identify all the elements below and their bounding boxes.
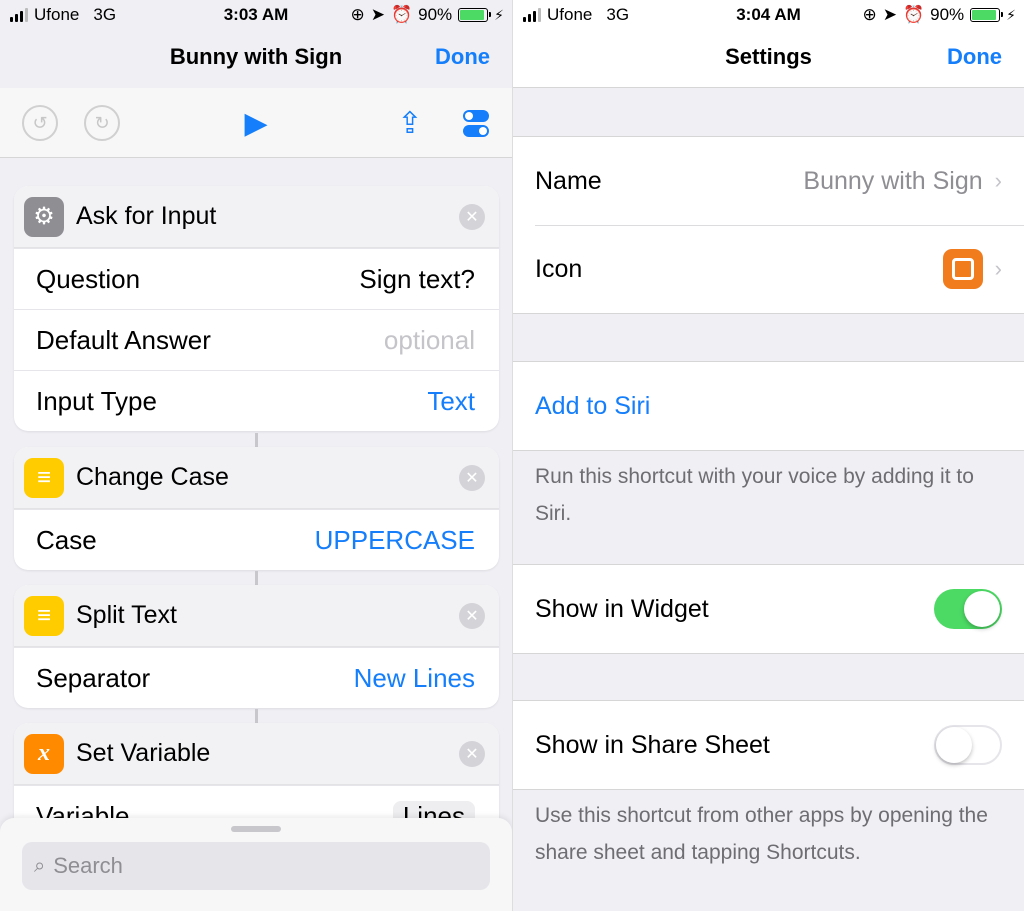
alarm-icon: ⏰ bbox=[902, 5, 925, 24]
param-row[interactable]: Separator New Lines bbox=[14, 647, 499, 708]
actions-drawer[interactable]: ⌕ Search bbox=[0, 818, 512, 911]
param-value[interactable]: Sign text? bbox=[359, 264, 475, 295]
icon-label: Icon bbox=[535, 254, 583, 283]
action-title: Ask for Input bbox=[76, 202, 217, 230]
charging-icon: ⚡ bbox=[494, 6, 504, 23]
action-connector bbox=[255, 571, 258, 585]
param-label: Separator bbox=[36, 662, 151, 693]
show-in-widget-toggle[interactable] bbox=[934, 589, 1002, 629]
chevron-right-icon: › bbox=[994, 256, 1002, 281]
show-in-share-sheet-row: Show in Share Sheet bbox=[513, 701, 1024, 789]
battery-percent: 90% bbox=[418, 5, 453, 24]
param-label: Question bbox=[36, 263, 141, 294]
param-row[interactable]: Case UPPERCASE bbox=[14, 509, 499, 570]
redo-icon[interactable]: ↻ bbox=[84, 105, 120, 141]
add-to-siri-row[interactable]: Add to Siri bbox=[513, 362, 1024, 450]
name-label: Name bbox=[535, 166, 602, 195]
action-title: Change Case bbox=[76, 463, 229, 491]
location-icon: ➤ bbox=[882, 5, 897, 24]
settings-group-siri: Add to Siri bbox=[513, 361, 1024, 451]
settings-group-widget: Show in Widget bbox=[513, 564, 1024, 654]
status-bar: Ufone 3G 3:04 AM ⊕ ➤ ⏰ 90% ⚡ bbox=[513, 0, 1024, 30]
drawer-grabber[interactable] bbox=[231, 826, 281, 832]
param-row[interactable]: Question Sign text? bbox=[14, 248, 499, 309]
nav-bar: Bunny with Sign Done bbox=[0, 36, 512, 80]
param-label: Case bbox=[36, 524, 97, 555]
icon-row[interactable]: Icon › bbox=[513, 225, 1024, 313]
action-connector bbox=[255, 709, 258, 723]
action-connector bbox=[255, 433, 258, 447]
remove-action-icon[interactable]: ✕ bbox=[459, 465, 485, 491]
settings-group-general: Name Bunny with Sign › Icon › bbox=[513, 136, 1024, 314]
param-value[interactable]: New Lines bbox=[354, 663, 475, 694]
remove-action-icon[interactable]: ✕ bbox=[459, 741, 485, 767]
editor-toolbar: ↺ ↻ ▶ ⇪ bbox=[0, 88, 512, 158]
siri-footer-text: Run this shortcut with your voice by add… bbox=[535, 465, 974, 525]
orientation-lock-icon: ⊕ bbox=[350, 5, 365, 24]
show-in-share-sheet-label: Show in Share Sheet bbox=[535, 730, 770, 759]
action-card-ask-for-input[interactable]: ⚙ Ask for Input ✕ Question Sign text? De… bbox=[14, 186, 499, 431]
orientation-lock-icon: ⊕ bbox=[862, 5, 877, 24]
param-value[interactable]: UPPERCASE bbox=[315, 525, 475, 556]
param-value[interactable]: optional bbox=[384, 325, 475, 356]
text-lines-icon: ≡ bbox=[24, 595, 64, 636]
shortcut-editor-screen: Ufone 3G 3:03 AM ⊕ ➤ ⏰ 90% ⚡ Bunny with … bbox=[0, 0, 512, 911]
show-in-share-sheet-toggle[interactable] bbox=[934, 725, 1002, 765]
search-icon: ⌕ bbox=[34, 854, 46, 877]
text-lines-icon: ≡ bbox=[24, 457, 64, 498]
chevron-right-icon: › bbox=[994, 168, 1002, 193]
param-label: Input Type bbox=[36, 385, 157, 416]
location-icon: ➤ bbox=[370, 5, 385, 24]
share-icon[interactable]: ⇪ bbox=[392, 105, 428, 141]
shortcut-icon-preview bbox=[942, 249, 983, 289]
settings-group-share: Show in Share Sheet bbox=[513, 700, 1024, 790]
alarm-icon: ⏰ bbox=[390, 5, 413, 24]
done-button[interactable]: Done bbox=[947, 44, 1002, 70]
show-in-widget-label: Show in Widget bbox=[535, 594, 709, 623]
name-row[interactable]: Name Bunny with Sign › bbox=[513, 137, 1024, 225]
action-card-change-case[interactable]: ≡ Change Case ✕ Case UPPERCASE bbox=[14, 447, 499, 570]
search-placeholder: Search bbox=[53, 853, 123, 878]
play-icon[interactable]: ▶ bbox=[238, 105, 274, 141]
action-title: Split Text bbox=[76, 601, 177, 629]
battery-percent: 90% bbox=[930, 5, 965, 24]
battery-icon bbox=[458, 8, 492, 22]
variable-x-icon: x bbox=[24, 733, 64, 774]
remove-action-icon[interactable]: ✕ bbox=[459, 603, 485, 629]
show-in-widget-row: Show in Widget bbox=[513, 565, 1024, 653]
param-row[interactable]: Default Answer optional bbox=[14, 309, 499, 370]
settings-screen: Ufone 3G 3:04 AM ⊕ ➤ ⏰ 90% ⚡ Settings Do… bbox=[512, 0, 1024, 911]
battery-icon bbox=[970, 8, 1004, 22]
remove-action-icon[interactable]: ✕ bbox=[459, 204, 485, 230]
settings-toggle-icon[interactable] bbox=[458, 105, 494, 141]
status-bar: Ufone 3G 3:03 AM ⊕ ➤ ⏰ 90% ⚡ bbox=[0, 0, 512, 30]
undo-icon[interactable]: ↺ bbox=[22, 105, 58, 141]
nav-bar: Settings Done bbox=[513, 30, 1024, 88]
add-to-siri-button[interactable]: Add to Siri bbox=[535, 392, 1002, 421]
charging-icon: ⚡ bbox=[1006, 6, 1016, 23]
name-value: Bunny with Sign bbox=[803, 166, 983, 195]
search-input[interactable]: ⌕ Search bbox=[22, 842, 490, 890]
action-title: Set Variable bbox=[76, 739, 211, 767]
param-row[interactable]: Input Type Text bbox=[14, 370, 499, 431]
action-card-split-text[interactable]: ≡ Split Text ✕ Separator New Lines bbox=[14, 585, 499, 708]
param-value[interactable]: Text bbox=[427, 386, 475, 417]
gear-icon: ⚙ bbox=[24, 196, 64, 237]
param-label: Default Answer bbox=[36, 324, 211, 355]
done-button[interactable]: Done bbox=[435, 44, 490, 70]
share-footer-text: Use this shortcut from other apps by ope… bbox=[535, 804, 988, 864]
